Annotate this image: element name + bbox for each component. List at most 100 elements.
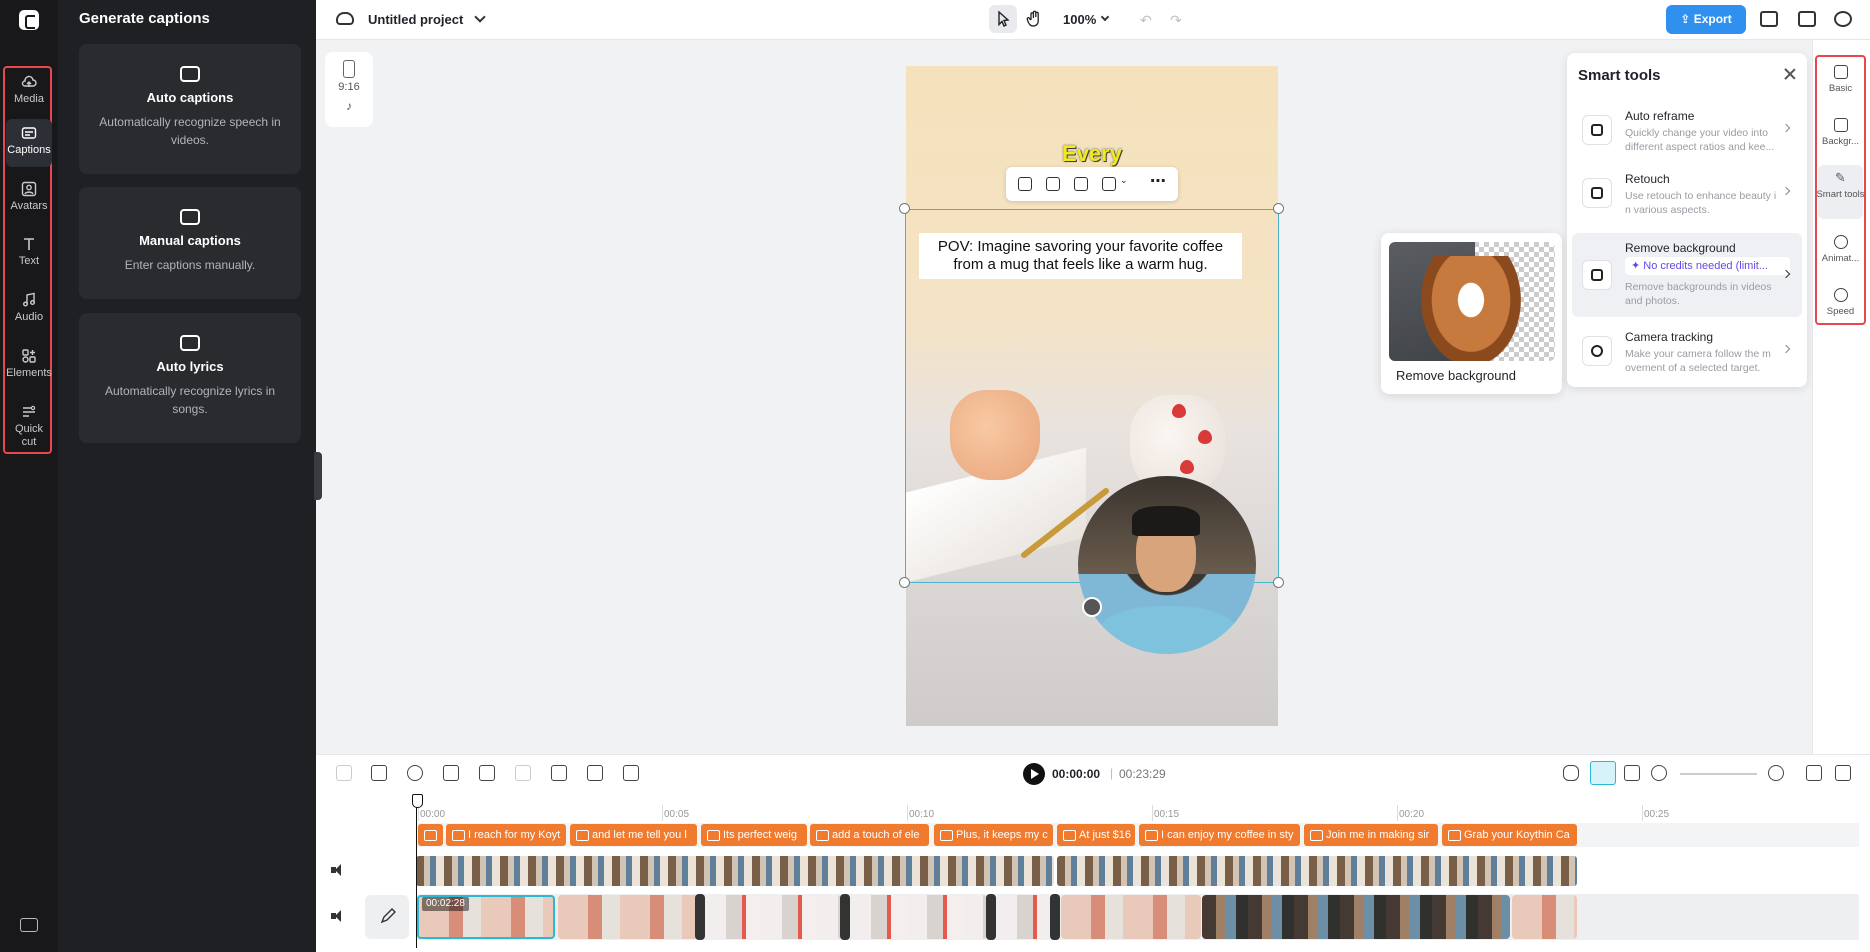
layers-icon[interactable]	[1760, 11, 1778, 27]
edit-track-button[interactable]	[365, 895, 409, 939]
close-icon[interactable]	[1783, 67, 1797, 81]
project-title[interactable]: Untitled project	[368, 12, 463, 27]
playhead[interactable]	[412, 794, 423, 948]
avatar-video-clip[interactable]	[1057, 856, 1577, 886]
rail-item-animation[interactable]: Animat...	[1815, 235, 1866, 264]
caption-clip[interactable]: At just $16	[1057, 824, 1135, 846]
caption-clip[interactable]: and let me tell you l	[570, 824, 697, 846]
cloud-save-icon[interactable]	[336, 12, 354, 25]
main-clip[interactable]	[1202, 895, 1510, 939]
resize-handle-bottom-right[interactable]	[1273, 577, 1284, 588]
microphone-icon[interactable]	[1563, 765, 1579, 781]
crop-icon[interactable]	[1074, 177, 1088, 191]
undo-icon[interactable]: ↶	[1140, 12, 1154, 28]
trim-icon[interactable]	[587, 765, 603, 781]
freeze-icon[interactable]	[515, 765, 531, 781]
fullscreen-icon[interactable]	[1806, 765, 1822, 781]
redo-icon[interactable]: ↷	[1170, 12, 1184, 28]
caption-clip[interactable]: Join me in making sir	[1304, 824, 1438, 846]
crop-icon[interactable]	[443, 765, 459, 781]
fit-frame-icon[interactable]	[1046, 177, 1060, 191]
split-panel-icon[interactable]	[1798, 11, 1816, 27]
resize-handle-top-right[interactable]	[1273, 203, 1284, 214]
avatar-video-overlay[interactable]	[1078, 476, 1256, 654]
rotate-icon[interactable]	[1082, 597, 1102, 617]
rail-item-smart-tools[interactable]: ✎ Smart tools	[1815, 165, 1866, 219]
auto-captions-card[interactable]: Auto captions Automatically recognize sp…	[79, 44, 301, 174]
caption-clip[interactable]: Plus, it keeps my c	[934, 824, 1053, 846]
nav-item-avatars[interactable]: Avatars	[0, 181, 58, 213]
transition-marker[interactable]	[695, 894, 705, 940]
rail-item-speed[interactable]: Speed	[1815, 288, 1866, 317]
resize-handle-top-left[interactable]	[899, 203, 910, 214]
keyboard-shortcuts-icon[interactable]	[20, 918, 38, 932]
auto-lyrics-card[interactable]: Auto lyrics Automatically recognize lyri…	[79, 313, 301, 443]
caption-clip[interactable]: add a touch of ele	[810, 824, 929, 846]
add-image-icon[interactable]	[1018, 177, 1032, 191]
main-clip[interactable]	[1061, 895, 1201, 939]
auto-snap-icon[interactable]	[1590, 761, 1616, 785]
main-clip[interactable]	[851, 895, 987, 939]
nav-item-quick-cut[interactable]: Quick cut	[0, 404, 58, 449]
rail-item-background[interactable]: Backgr...	[1815, 118, 1866, 147]
smart-tool-retouch[interactable]: Retouch Use retouch to enhance beauty i …	[1572, 164, 1802, 222]
hand-tool-button[interactable]	[1021, 5, 1049, 33]
zoom-chevron-icon[interactable]	[1100, 12, 1110, 22]
avatar-video-clip[interactable]	[416, 856, 1054, 886]
zoom-in-icon[interactable]	[1768, 765, 1784, 781]
app-logo[interactable]	[19, 10, 39, 30]
chevron-down-icon[interactable]	[474, 11, 486, 23]
nav-item-captions[interactable]: Captions	[0, 119, 58, 167]
transition-marker[interactable]	[1050, 894, 1060, 940]
transition-marker[interactable]	[986, 894, 996, 940]
replace-media-icon[interactable]	[1102, 177, 1116, 191]
smart-tool-remove-background[interactable]: Remove background ✦ No credits needed (l…	[1572, 233, 1802, 317]
panel-collapse-handle[interactable]	[314, 452, 322, 500]
aspect-ratio-card[interactable]: 9:16 ♪	[325, 52, 373, 127]
timeline-zoom-slider[interactable]	[1680, 773, 1757, 775]
caption-clip[interactable]: I reach for my Koyt	[446, 824, 566, 846]
manual-captions-card[interactable]: Manual captions Enter captions manually.	[79, 187, 301, 299]
caption-clip[interactable]: Grab your Koythin Ca	[1442, 824, 1577, 846]
main-clip[interactable]	[558, 895, 698, 939]
settings-gear-icon[interactable]	[1834, 11, 1852, 27]
volume-icon[interactable]	[331, 910, 345, 922]
flip-icon[interactable]	[479, 765, 495, 781]
rail-label: Speed	[1826, 306, 1855, 317]
loop-icon[interactable]	[407, 765, 423, 781]
overlay-text[interactable]: Every	[906, 141, 1278, 167]
rail-item-basic[interactable]: Basic	[1815, 65, 1866, 94]
nav-item-audio[interactable]: Audio	[0, 292, 58, 324]
rail-label: Basic	[1828, 83, 1853, 94]
nav-item-text[interactable]: Text	[0, 236, 58, 268]
caption-clip[interactable]: I can enjoy my coffee in sty	[1139, 824, 1300, 846]
caption-clip[interactable]: Its perfect weig	[701, 824, 807, 846]
main-clip[interactable]	[997, 895, 1046, 939]
select-tool-button[interactable]	[989, 5, 1017, 33]
preview-mode-icon[interactable]	[1835, 765, 1851, 781]
volume-icon[interactable]	[331, 864, 345, 876]
delete-icon[interactable]	[371, 765, 387, 781]
download-icon[interactable]	[623, 765, 639, 781]
smart-tool-camera-tracking[interactable]: Camera tracking Make your camera follow …	[1572, 322, 1802, 380]
main-clip[interactable]	[1512, 895, 1577, 939]
nav-item-elements[interactable]: Elements	[0, 348, 58, 380]
export-button[interactable]: ⇪ Export	[1666, 5, 1746, 34]
smart-tool-auto-reframe[interactable]: Auto reframe Quickly change your video i…	[1572, 101, 1802, 159]
main-clip[interactable]	[706, 895, 841, 939]
nav-item-media[interactable]: Media	[0, 74, 58, 106]
transition-marker[interactable]	[840, 894, 850, 940]
zoom-level[interactable]: 100%	[1063, 12, 1096, 27]
caption-text-box[interactable]: POV: Imagine savoring your favorite coff…	[919, 233, 1242, 279]
nav-label: Media	[14, 93, 44, 105]
ruler-tick: 00:05	[661, 805, 690, 821]
caption-clip[interactable]	[418, 824, 443, 846]
adjust-icon[interactable]	[551, 765, 567, 781]
resize-handle-bottom-left[interactable]	[899, 577, 910, 588]
play-button[interactable]	[1023, 763, 1045, 785]
split-icon[interactable]	[336, 765, 352, 781]
split-view-icon[interactable]	[1624, 765, 1640, 781]
more-options-icon[interactable]: ⋯	[1150, 171, 1166, 190]
zoom-out-icon[interactable]	[1651, 765, 1667, 781]
chevron-down-icon[interactable]: ⌄	[1120, 175, 1134, 189]
